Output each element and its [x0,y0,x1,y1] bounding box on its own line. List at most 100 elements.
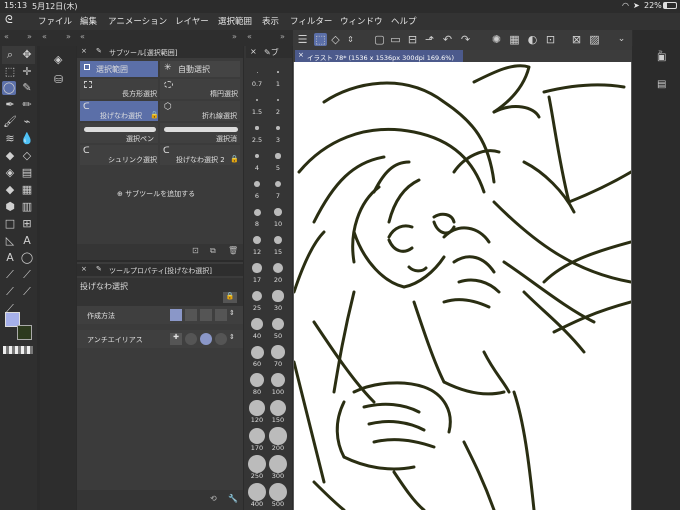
grid-icon[interactable]: ▦ [20,183,34,197]
pencil-icon[interactable]: ✏ [20,98,34,112]
brush-size-option[interactable]: 25 [247,286,267,312]
ruler-icon[interactable]: ◺ [3,234,17,248]
brush-size-option[interactable]: 300 [268,454,288,480]
subtool-item[interactable]: ᑕ シュリンク選択 [80,145,158,165]
expand-right-icon[interactable]: » [232,32,237,41]
eraser-icon[interactable]: ◆ [3,149,17,163]
decoration-icon[interactable]: ≋ [3,132,17,146]
dropper-icon[interactable]: ⟋ [20,268,34,282]
brush-size-option[interactable]: 4 [247,146,267,172]
layer-property-icon[interactable]: ▤ [657,79,666,90]
eraser-icon[interactable]: ◆ [3,183,17,197]
redo-icon[interactable]: ↷ [459,33,472,46]
selection-tool-icon[interactable]: ◯ [2,81,16,95]
subtool-item[interactable]: 選択ペン [80,123,158,143]
wrench-settings-icon[interactable]: 🔧 [228,494,238,503]
subtool-item[interactable]: 選択消し [160,123,240,153]
special-ruler-icon[interactable]: ▨ [588,33,601,46]
reset-icon[interactable]: ⟲ [210,494,217,503]
material-icon[interactable]: ⛁ [54,73,63,86]
tab-auto-select[interactable]: ✳ 自動選択 [160,61,240,77]
brush-size-option[interactable]: 30 [268,286,288,312]
fill-selection-icon[interactable]: ◐ [526,33,539,46]
brush-size-option[interactable]: 10 [268,202,288,228]
gradient-icon[interactable]: ▤ [20,166,34,180]
undo-icon[interactable]: ↶ [441,33,454,46]
gradient-fill-icon[interactable]: ▥ [20,200,34,214]
brush-size-option[interactable]: 170 [247,426,267,452]
subtract-selection-icon[interactable] [200,309,212,321]
brush-size-option[interactable]: 80 [247,370,267,396]
text-icon[interactable]: A [20,234,34,248]
text-alt-icon[interactable]: A [3,251,17,265]
brush-size-option[interactable]: 1.5 [247,90,267,116]
balloon-icon[interactable]: ◯ [20,251,34,265]
expand-right-icon[interactable]: » [280,32,285,41]
brush-size-option[interactable]: 400 [247,482,267,508]
collapse-left-icon[interactable]: « [4,32,9,41]
brush-size-option[interactable]: 20 [268,258,288,284]
brush-size-option[interactable]: 40 [247,314,267,340]
brush-size-option[interactable]: 60 [247,342,267,368]
menu-file[interactable]: ファイル [38,15,72,27]
export-icon[interactable]: ⬏ [423,33,436,46]
menu-window[interactable]: ウィンドウ [340,15,383,27]
chevron-down-icon[interactable]: ⌄ [615,33,628,46]
brush-size-option[interactable]: 15 [268,230,288,256]
chevron-up-down-icon[interactable]: ⇕ [344,33,357,46]
tab-selection[interactable]: 選択範囲 [80,61,158,77]
menu-hamburger-icon[interactable]: ☰ [296,33,309,46]
navigator-icon[interactable]: ▣ [657,52,666,63]
menu-edit[interactable]: 編集 [80,15,97,27]
selection-launcher-icon[interactable]: ⬚ [314,33,327,46]
open-icon[interactable]: ▭ [389,33,402,46]
loading-icon[interactable]: ✺ [490,33,503,46]
brush-icon[interactable]: 🖌 [3,115,17,129]
brush-size-option[interactable]: 70 [268,342,288,368]
ruler-snap-icon[interactable]: ⊠ [570,33,583,46]
sub-color-swatch[interactable] [17,325,32,340]
add-selection-icon[interactable] [185,309,197,321]
canvas-tab[interactable]: × イラスト 78* (1536 x 1536px 300dpi 169.6%) [295,50,463,62]
stepper-icon[interactable]: ⇕ [229,333,235,341]
deselect-icon[interactable]: ▦ [508,33,521,46]
menu-layer[interactable]: レイヤー [175,15,209,27]
layer-icon[interactable]: ◇ [329,33,342,46]
stepper-icon[interactable]: ⇕ [229,309,235,317]
brush-size-option[interactable]: 0.7 [247,62,267,88]
brush-size-option[interactable]: 250 [247,454,267,480]
brush-size-option[interactable]: 120 [247,398,267,424]
menu-help[interactable]: ヘルプ [391,15,417,27]
brush-size-option[interactable]: 150 [268,398,288,424]
subtool-item[interactable]: 長方形選択 [80,79,158,99]
trash-icon[interactable]: 🗑 [228,246,238,255]
close-icon[interactable]: × [298,51,304,59]
drawing-canvas[interactable] [292,62,633,510]
move-icon[interactable]: ✥ [20,48,34,62]
auto-select-icon[interactable]: ✎ [20,81,34,95]
transform-icon[interactable]: ⊡ [544,33,557,46]
operation-icon[interactable]: ⬚ [3,65,17,79]
aa-weak-icon[interactable] [185,333,197,345]
eraser-alt-icon[interactable]: ◇ [20,149,34,163]
layers-icon[interactable]: ◈ [54,53,62,66]
aa-none-icon[interactable]: ✚ [170,333,182,345]
expand-right-icon[interactable]: » [66,32,71,41]
aa-medium-icon[interactable] [200,333,212,345]
subtool-item[interactable]: ⬡ 折れ線選択 [160,101,240,121]
fill-bucket-icon[interactable]: ⬢ [3,200,17,214]
frame-icon[interactable]: ⊞ [20,217,34,231]
expand-right-icon[interactable]: » [27,32,32,41]
brush-size-option[interactable]: 100 [268,370,288,396]
brush-size-option[interactable]: 6 [247,174,267,200]
brush-size-option[interactable]: 50 [268,314,288,340]
brush-size-option[interactable]: 5 [268,146,288,172]
brush-size-option[interactable]: 200 [268,426,288,452]
brush-size-option[interactable]: 2 [268,90,288,116]
close-icon[interactable]: × [250,47,257,56]
move-layer-icon[interactable]: ✛ [20,65,34,79]
pen-icon[interactable]: ✒ [3,98,17,112]
zoom-icon[interactable]: ⌕ [3,48,17,62]
brush-size-option[interactable]: 7 [268,174,288,200]
app-logo-icon[interactable]: ᘓ [5,13,13,27]
